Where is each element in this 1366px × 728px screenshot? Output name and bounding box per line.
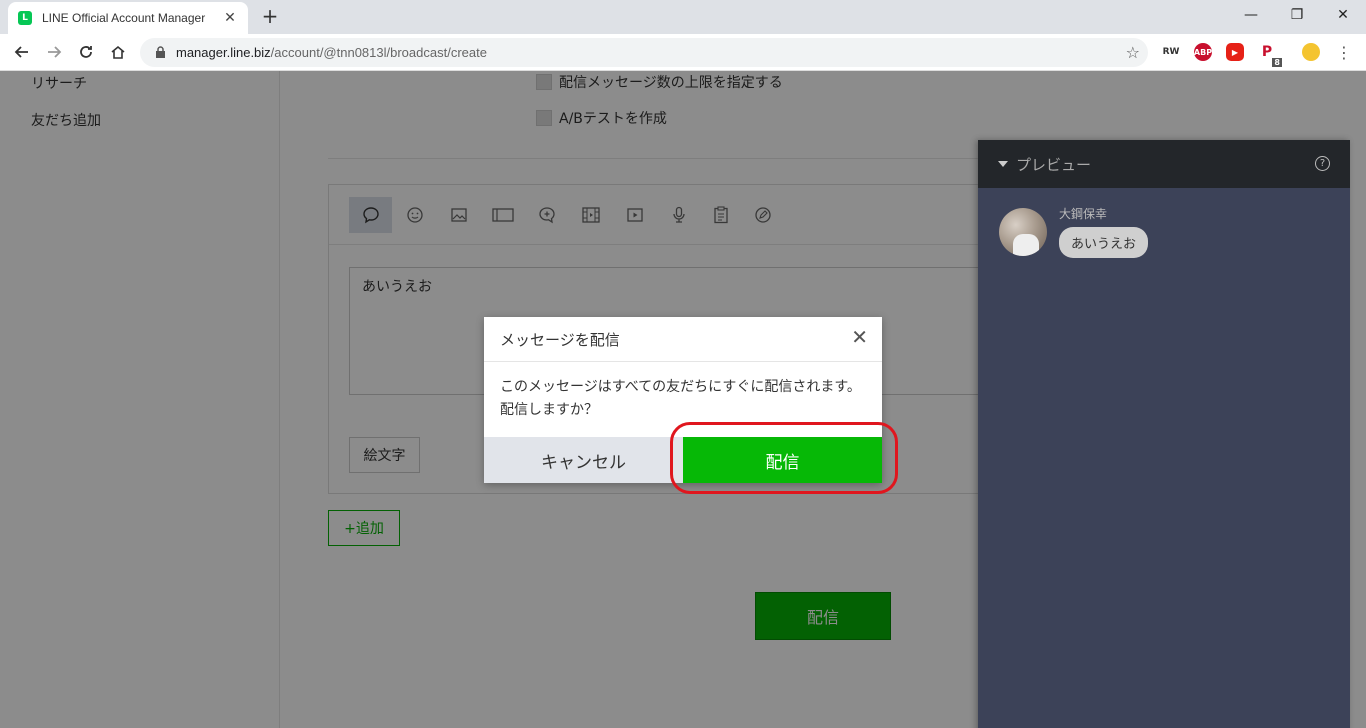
adblock-icon[interactable]: ABP — [1194, 43, 1212, 61]
bookmark-star-icon[interactable]: ☆ — [1126, 43, 1140, 62]
forward-icon[interactable] — [42, 40, 66, 64]
collapse-triangle-icon — [998, 161, 1008, 167]
preview-title: プレビュー — [1016, 155, 1092, 174]
dialog-divider — [484, 361, 882, 362]
tab-close-icon[interactable]: ✕ — [222, 10, 238, 26]
lock-icon — [152, 45, 168, 61]
cancel-button[interactable]: キャンセル — [484, 437, 683, 483]
profile-avatar-icon[interactable] — [1302, 43, 1320, 61]
youtube-extension-icon[interactable]: ▶ — [1226, 43, 1244, 61]
extension-badge: 8 — [1272, 58, 1282, 67]
window-close-icon[interactable]: ✕ — [1320, 0, 1366, 30]
dialog-title: メッセージを配信 — [500, 331, 620, 349]
close-icon[interactable]: ✕ — [851, 327, 868, 347]
line-favicon-icon: L — [18, 11, 32, 25]
p-extension-icon[interactable]: P 8 — [1258, 43, 1282, 67]
tab-title: LINE Official Account Manager — [42, 11, 206, 25]
minimize-icon[interactable]: — — [1228, 0, 1274, 30]
highlight-ring — [670, 422, 898, 494]
preview-message-bubble: あいうえお — [1059, 227, 1149, 258]
avatar — [999, 208, 1047, 256]
rw-extension-icon[interactable]: RW — [1162, 43, 1180, 61]
home-icon[interactable] — [106, 40, 130, 64]
dialog-message: このメッセージはすべての友だちにすぐに配信されます。配信しますか？ — [500, 379, 861, 418]
help-icon[interactable]: ? — [1315, 156, 1330, 171]
menu-kebab-icon[interactable]: ⋮ — [1332, 40, 1356, 64]
address-bar[interactable]: manager.line.biz/account/@tnn0813l/broad… — [140, 38, 1148, 67]
page-content: リサーチ 友だち追加 配信メッセージ数の上限を指定する A/Bテストを作成 あい… — [0, 71, 1366, 728]
back-icon[interactable] — [10, 40, 34, 64]
sender-name: 大鋼保幸 — [1059, 207, 1108, 221]
url-text: manager.line.biz/account/@tnn0813l/broad… — [176, 45, 487, 60]
restore-icon[interactable]: ❐ — [1274, 0, 1320, 30]
url-host: manager.line.biz — [176, 45, 271, 60]
url-path: /account/@tnn0813l/broadcast/create — [270, 45, 487, 60]
new-tab-icon[interactable]: + — [258, 4, 282, 28]
browser-tab-bar: L LINE Official Account Manager ✕ + — ❐ … — [0, 0, 1366, 34]
preview-header[interactable]: プレビュー ? — [978, 140, 1350, 188]
browser-tab[interactable]: L LINE Official Account Manager ✕ — [8, 2, 248, 34]
browser-toolbar: manager.line.biz/account/@tnn0813l/broad… — [0, 34, 1366, 71]
reload-icon[interactable] — [74, 40, 98, 64]
avatar-figure — [1013, 234, 1039, 256]
preview-panel: プレビュー ? 大鋼保幸 あいうえお — [978, 140, 1350, 728]
p-extension-label: P — [1261, 44, 1273, 60]
